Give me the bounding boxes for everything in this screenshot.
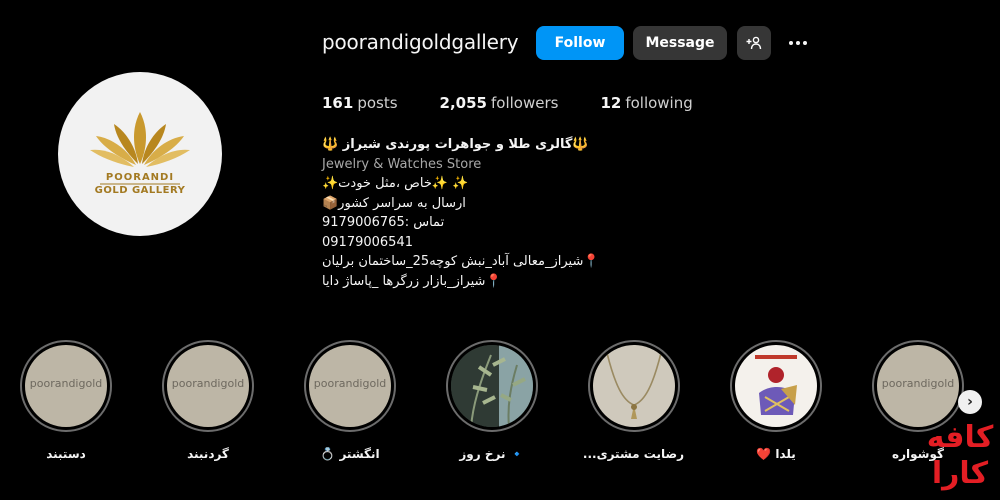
posts-stat: 161 posts <box>322 94 398 112</box>
highlight-watermark: poorandigold <box>29 377 103 390</box>
suggested-users-button[interactable] <box>737 26 771 60</box>
profile-username: poorandigoldgallery <box>322 30 519 54</box>
highlight-cover-plants <box>451 345 533 427</box>
chevron-right-icon: › <box>967 394 973 410</box>
necklace-image-icon <box>606 352 662 419</box>
posts-label: posts <box>357 94 398 112</box>
profile-avatar[interactable]: POORANDI GOLD GALLERY <box>58 72 222 236</box>
highlight-ring <box>446 340 538 432</box>
highlight-ring <box>730 340 822 432</box>
highlight-label: گردنبند <box>187 447 229 461</box>
more-dot <box>796 41 800 45</box>
highlights-next-button[interactable]: › <box>958 390 982 414</box>
highlight-cover: poorandigold <box>25 345 107 427</box>
highlight-label: رضایت مشتری... <box>582 447 684 461</box>
bio-phone: تماس :9179006765 <box>322 215 445 230</box>
lotus-logo-icon <box>90 112 190 185</box>
highlight-cover-necklace <box>593 345 675 427</box>
posts-count: 161 <box>322 94 354 112</box>
highlight-ring: poorandigold <box>872 340 964 432</box>
highlight-ring <box>588 340 680 432</box>
followers-count: 2,055 <box>439 94 487 112</box>
message-button[interactable]: Message <box>633 26 727 60</box>
logo-text-gold-gallery: GOLD GALLERY <box>94 185 186 196</box>
highlight-label: انگشتر 💍 <box>320 447 380 461</box>
bio-category: Jewelry & Watches Store <box>322 156 482 172</box>
bio-address-1: 📍شیراز_معالی آباد_نبش کوچه25_ساختمان برل… <box>322 254 600 269</box>
highlight-cover: poorandigold <box>167 345 249 427</box>
highlight-ring: poorandigold <box>162 340 254 432</box>
highlight-cover: poorandigold <box>309 345 391 427</box>
highlight-cover-yalda <box>735 345 817 427</box>
highlight-watermark: poorandigold <box>313 377 387 390</box>
highlight-watermark: poorandigold <box>881 377 955 390</box>
add-user-icon <box>746 36 762 50</box>
more-options-icon <box>789 41 793 45</box>
highlight-ring: poorandigold <box>20 340 112 432</box>
highlight-watermark: poorandigold <box>171 377 245 390</box>
site-watermark-logo: کافه کارا <box>926 420 994 491</box>
plant-image-icon <box>451 345 533 427</box>
logo-text-poorandi: POORANDI <box>105 172 175 183</box>
follow-button[interactable]: Follow <box>536 26 624 60</box>
profile-stats: 161 posts 2,055 followers 12 following <box>322 94 735 112</box>
more-options-button[interactable] <box>784 30 812 56</box>
bio-address-2: 📍شیراز_بازار زرگرها _پاساژ دایا <box>322 273 502 289</box>
followers-stat[interactable]: 2,055 followers <box>440 94 559 112</box>
yalda-image-icon <box>755 355 797 415</box>
highlight-cover: poorandigold <box>877 345 959 427</box>
highlight-label: یلدا ❤️ <box>756 447 796 461</box>
profile-bio: 🔱گالری طلا و جواهرات پورندی شیراز 🔱 Jewe… <box>322 135 652 291</box>
following-label: following <box>625 94 693 112</box>
following-count: 12 <box>600 94 622 112</box>
more-dot <box>803 41 807 45</box>
bio-phone-2: 09179006541 <box>322 234 413 250</box>
following-stat[interactable]: 12 following <box>600 94 692 112</box>
bio-line: ارسال به سراسر کشور📦 <box>322 195 466 211</box>
highlight-label: 🔹 نرخ روز <box>459 447 525 461</box>
bio-title: 🔱گالری طلا و جواهرات پورندی شیراز 🔱 <box>322 137 589 152</box>
bio-line: ✨ ✨خاص ،مثل خودت✨ <box>322 176 469 191</box>
highlight-ring: poorandigold <box>304 340 396 432</box>
followers-label: followers <box>490 94 559 112</box>
highlight-label: دستبند <box>46 447 86 461</box>
